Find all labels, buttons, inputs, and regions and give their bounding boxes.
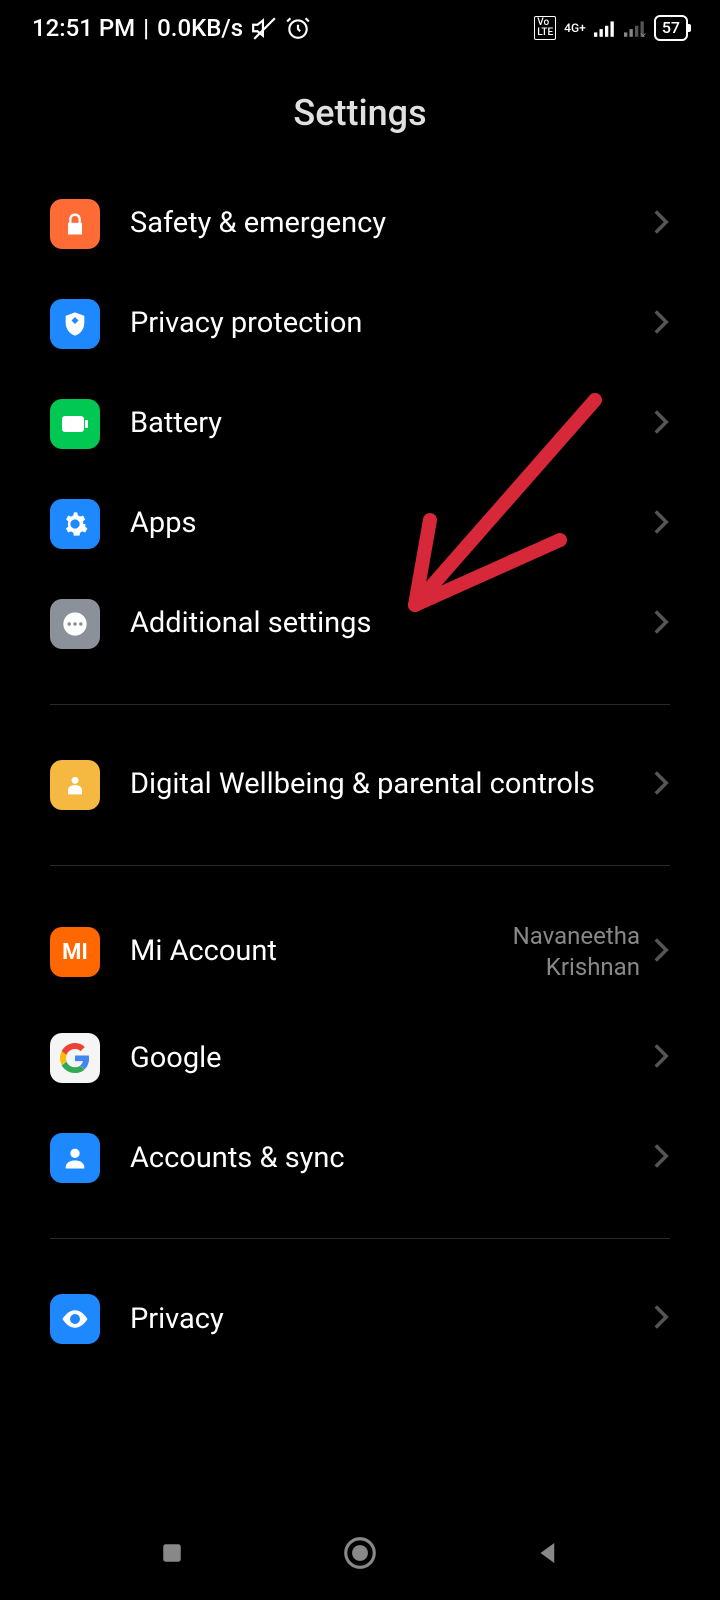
mute-icon: [251, 15, 277, 41]
setting-label: Privacy protection: [130, 305, 652, 343]
setting-label: Apps: [130, 505, 652, 543]
battery-icon: 57: [654, 15, 688, 40]
status-separator: |: [143, 14, 149, 42]
page-title: Settings: [0, 52, 720, 174]
status-right: VoLTE 4G+ ✕ 57: [534, 15, 688, 40]
svg-text:✕: ✕: [639, 32, 646, 37]
setting-privacy-protection[interactable]: Privacy protection: [50, 274, 670, 374]
wellbeing-icon: [50, 760, 100, 810]
setting-wellbeing[interactable]: Digital Wellbeing & parental controls: [50, 735, 670, 835]
nav-home-button[interactable]: [341, 1534, 379, 1576]
setting-additional[interactable]: Additional settings: [50, 574, 670, 674]
signal-1-icon: [594, 19, 616, 37]
setting-label: Mi Account: [130, 933, 513, 971]
setting-label: Privacy: [130, 1301, 652, 1339]
setting-label: Additional settings: [130, 605, 652, 643]
battery-icon: [50, 399, 100, 449]
setting-privacy[interactable]: Privacy: [50, 1269, 670, 1369]
chevron-right-icon: [652, 769, 670, 801]
chevron-right-icon: [652, 1303, 670, 1335]
google-icon: [50, 1033, 100, 1083]
chevron-right-icon: [652, 1142, 670, 1174]
divider: [50, 704, 670, 705]
settings-list: Safety & emergency Privacy protection Ba…: [0, 174, 720, 1369]
volte-icon: VoLTE: [534, 16, 556, 40]
setting-label: Accounts & sync: [130, 1140, 652, 1178]
setting-battery[interactable]: Battery: [50, 374, 670, 474]
chevron-right-icon: [652, 208, 670, 240]
setting-safety-emergency[interactable]: Safety & emergency: [50, 174, 670, 274]
gear-icon: [50, 499, 100, 549]
setting-google[interactable]: Google: [50, 1008, 670, 1108]
account-icon: [50, 1133, 100, 1183]
setting-label: Google: [130, 1040, 652, 1078]
setting-mi-account[interactable]: MI Mi Account Navaneetha Krishnan: [50, 896, 670, 1008]
status-left: 12:51 PM | 0.0KB/s: [32, 14, 311, 42]
chevron-right-icon: [652, 308, 670, 340]
setting-label: Digital Wellbeing & parental controls: [130, 766, 652, 804]
chevron-right-icon: [652, 1042, 670, 1074]
setting-label: Battery: [130, 405, 652, 443]
signal-2-icon: ✕: [624, 19, 646, 37]
divider: [50, 1238, 670, 1239]
shield-icon: [50, 299, 100, 349]
status-time: 12:51 PM: [32, 14, 135, 42]
divider: [50, 865, 670, 866]
safety-icon: [50, 199, 100, 249]
mi-icon: MI: [50, 927, 100, 977]
setting-value: Navaneetha Krishnan: [513, 921, 640, 983]
alarm-icon: [285, 15, 311, 41]
more-icon: [50, 599, 100, 649]
setting-accounts-sync[interactable]: Accounts & sync: [50, 1108, 670, 1208]
chevron-right-icon: [652, 936, 670, 968]
setting-apps[interactable]: Apps: [50, 474, 670, 574]
nav-recent-button[interactable]: [157, 1538, 187, 1572]
status-data-rate: 0.0KB/s: [157, 14, 243, 42]
chevron-right-icon: [652, 608, 670, 640]
status-bar: 12:51 PM | 0.0KB/s VoLTE 4G+: [0, 0, 720, 52]
chevron-right-icon: [652, 508, 670, 540]
nav-back-button[interactable]: [533, 1538, 563, 1572]
eye-icon: [50, 1294, 100, 1344]
network-label: 4G+: [564, 22, 586, 34]
nav-bar: [0, 1510, 720, 1600]
setting-label: Safety & emergency: [130, 205, 652, 243]
chevron-right-icon: [652, 408, 670, 440]
